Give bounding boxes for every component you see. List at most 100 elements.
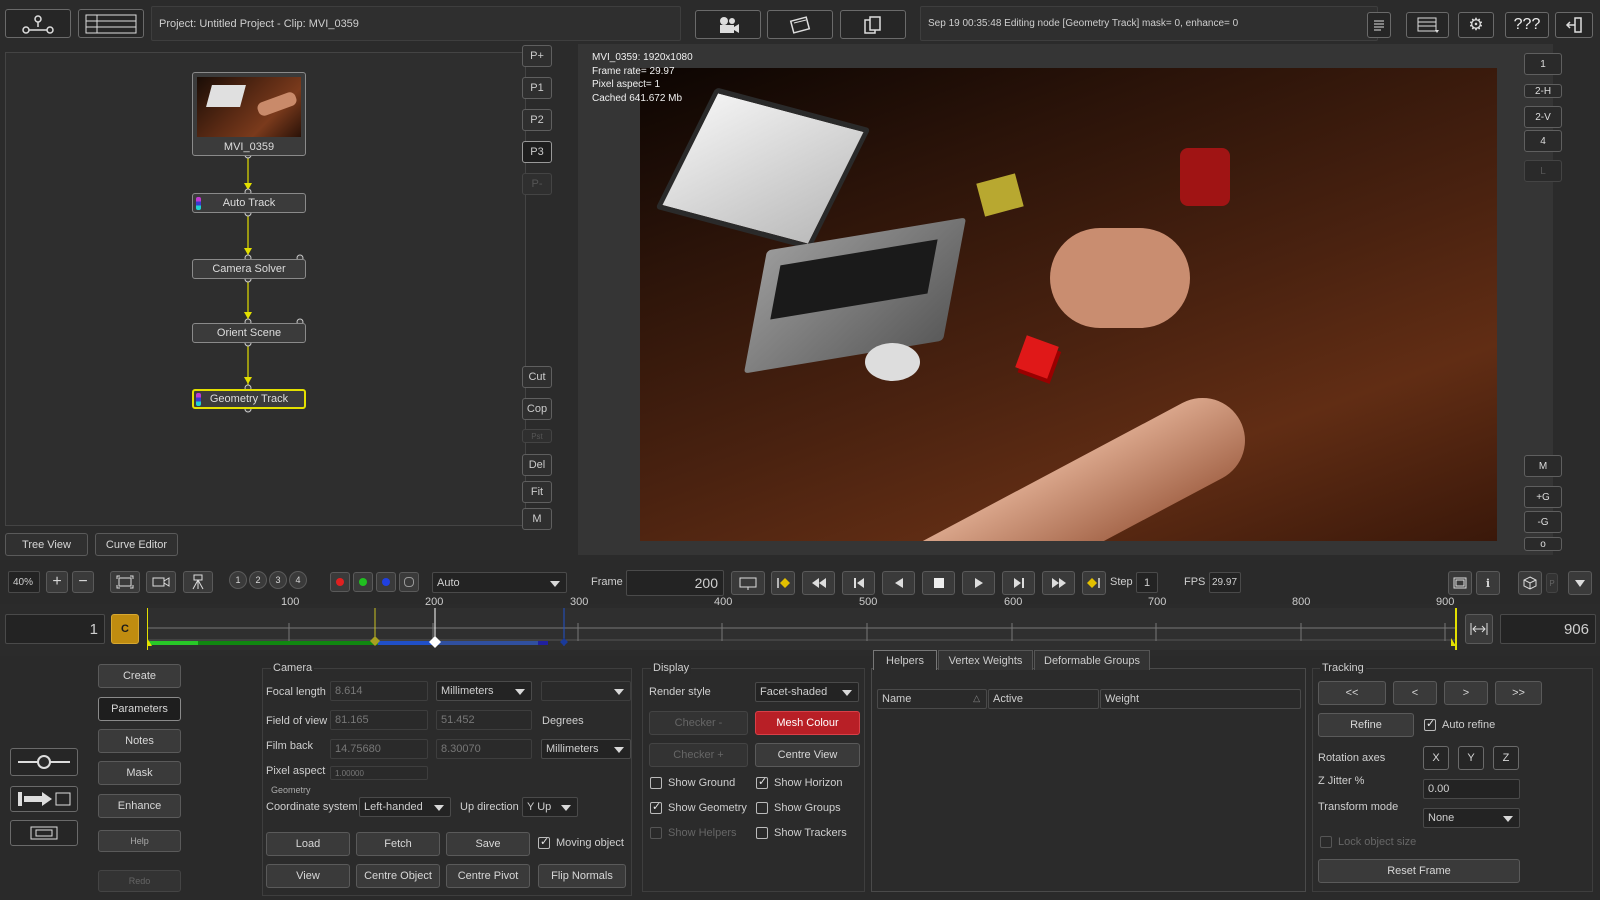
m-side-button[interactable]: M — [522, 508, 552, 530]
reset-frame-button[interactable]: Reset Frame — [1318, 859, 1520, 883]
flip-normals-button[interactable]: Flip Normals — [538, 864, 626, 888]
p2-button[interactable]: P2 — [522, 109, 552, 131]
info-button[interactable]: i — [1476, 571, 1500, 595]
rewind-button[interactable] — [802, 571, 835, 595]
lock-object-size-checkbox[interactable] — [1320, 836, 1332, 848]
show-helpers-checkbox[interactable] — [650, 827, 662, 839]
blue-channel-button[interactable] — [376, 572, 396, 592]
p1-button[interactable]: P1 — [522, 77, 552, 99]
show-horizon-checkbox[interactable] — [756, 775, 768, 789]
slider-tool-button[interactable] — [10, 748, 78, 776]
3d-view-button[interactable] — [1518, 571, 1542, 595]
moving-object-checkbox[interactable] — [538, 835, 550, 849]
prev-key-button[interactable] — [771, 571, 795, 595]
p-plus-button[interactable]: P+ — [522, 45, 552, 67]
axis-z-button[interactable]: Z — [1493, 746, 1519, 770]
fast-forward-button[interactable] — [1042, 571, 1075, 595]
focal-units-select[interactable]: Millimeters — [436, 681, 532, 701]
track-forward-all-button[interactable]: >> — [1495, 681, 1542, 705]
pixel-aspect-input[interactable]: 1.00000 — [330, 766, 428, 780]
c-marker-button[interactable]: C — [111, 614, 139, 644]
tab-deformable-groups[interactable]: Deformable Groups — [1034, 650, 1150, 670]
film-tool-button[interactable] — [10, 820, 78, 846]
tab-tree-view[interactable]: Tree View — [5, 533, 88, 556]
red-channel-button[interactable] — [330, 572, 350, 592]
centre-pivot-button[interactable]: Centre Pivot — [446, 864, 530, 888]
tripod-button[interactable] — [183, 571, 213, 593]
z-jitter-input[interactable]: 0.00 — [1423, 779, 1520, 799]
help-button[interactable]: ??? — [1505, 12, 1549, 38]
mesh-colour-button[interactable]: Mesh Colour — [755, 711, 860, 735]
plus-g-button[interactable]: +G — [1524, 486, 1562, 508]
exit-button[interactable] — [1555, 12, 1593, 38]
play-backward-button[interactable] — [882, 571, 915, 595]
fetch-button[interactable]: Fetch — [356, 832, 440, 856]
cut-button[interactable]: Cut — [522, 366, 552, 388]
up-direction-select[interactable]: Y Up — [522, 797, 578, 817]
checker-minus-button[interactable]: Checker - — [649, 711, 748, 735]
show-trackers-checkbox[interactable] — [756, 827, 768, 839]
overlay-button[interactable] — [1448, 571, 1472, 595]
auto-refine-checkbox[interactable] — [1424, 717, 1436, 731]
tab-helpers[interactable]: Helpers — [873, 650, 937, 670]
render-style-select[interactable]: Facet-shaded — [755, 682, 859, 702]
fov-v-input[interactable]: 51.452 — [436, 710, 532, 730]
log-button[interactable] — [1367, 12, 1391, 38]
show-groups-checkbox[interactable] — [756, 802, 768, 814]
o-button[interactable]: o — [1524, 537, 1562, 551]
refine-button[interactable]: Refine — [1318, 713, 1414, 737]
tree-node-camera-solver[interactable]: Camera Solver — [192, 259, 306, 279]
timeline-track[interactable] — [147, 608, 1457, 650]
layout-4-button[interactable]: 4 — [1524, 130, 1562, 152]
view-4-button[interactable]: 4 — [289, 571, 307, 589]
copy-button[interactable]: Cop — [522, 398, 552, 420]
mask-button[interactable]: Mask — [98, 761, 181, 785]
pages-button[interactable] — [840, 10, 906, 39]
tree-node-geometry-track[interactable]: Geometry Track — [192, 389, 306, 409]
view-3-button[interactable]: 3 — [269, 571, 287, 589]
play-forward-button[interactable] — [962, 571, 995, 595]
step-back-button[interactable] — [842, 571, 875, 595]
layout-1-button[interactable]: 1 — [1524, 53, 1562, 75]
camera-view-button[interactable] — [695, 10, 761, 39]
menu-button[interactable] — [1406, 12, 1449, 38]
track-forward-button[interactable]: > — [1444, 681, 1488, 705]
timeline-start-field[interactable]: 1 — [5, 614, 105, 644]
film-units-select[interactable]: Millimeters — [541, 739, 631, 759]
paste-button[interactable]: Pst — [522, 429, 552, 443]
column-header-name[interactable]: Name △ — [877, 689, 987, 709]
film-back-h-input[interactable]: 8.30070 — [436, 739, 532, 759]
m-right-button[interactable]: M — [1524, 455, 1562, 477]
zoom-out-button[interactable]: − — [72, 571, 94, 593]
fps-input[interactable]: 29.97 — [1209, 572, 1241, 593]
fit-frame-button[interactable] — [110, 571, 140, 593]
fov-h-input[interactable]: 81.165 — [330, 710, 428, 730]
zoom-in-button[interactable]: + — [46, 571, 68, 593]
camera-frame-button[interactable] — [146, 571, 176, 593]
centre-object-button[interactable]: Centre Object — [356, 864, 440, 888]
tree-node-orient-scene[interactable]: Orient Scene — [192, 323, 306, 343]
timeline-end-field[interactable]: 906 — [1500, 614, 1596, 644]
helpers-list-area[interactable] — [877, 710, 1301, 888]
checker-plus-button[interactable]: Checker + — [649, 743, 748, 767]
stop-button[interactable] — [922, 571, 955, 595]
redo-button[interactable]: Redo — [98, 870, 181, 892]
view-1-button[interactable]: 1 — [229, 571, 247, 589]
layout-l-button[interactable]: L — [1524, 160, 1562, 182]
tree-node-auto-track[interactable]: Auto Track — [192, 193, 306, 213]
frame-input[interactable]: 200 — [626, 570, 724, 596]
p3-button[interactable]: P3 — [522, 141, 552, 163]
track-back-all-button[interactable]: << — [1318, 681, 1386, 705]
show-ground-checkbox[interactable] — [650, 777, 662, 789]
monitor-button[interactable] — [731, 571, 765, 595]
fit-timeline-button[interactable] — [1465, 614, 1493, 644]
step-input[interactable]: 1 — [1136, 572, 1158, 593]
parameters-button[interactable]: Parameters — [98, 697, 181, 721]
enhance-button[interactable]: Enhance — [98, 794, 181, 818]
viewer-image[interactable] — [640, 68, 1497, 541]
channel-mode-select[interactable]: Auto — [432, 572, 567, 593]
clip-view-button[interactable] — [767, 10, 833, 39]
layout-2h-button[interactable]: 2-H — [1524, 84, 1562, 98]
green-channel-button[interactable] — [353, 572, 373, 592]
minus-g-button[interactable]: -G — [1524, 511, 1562, 533]
